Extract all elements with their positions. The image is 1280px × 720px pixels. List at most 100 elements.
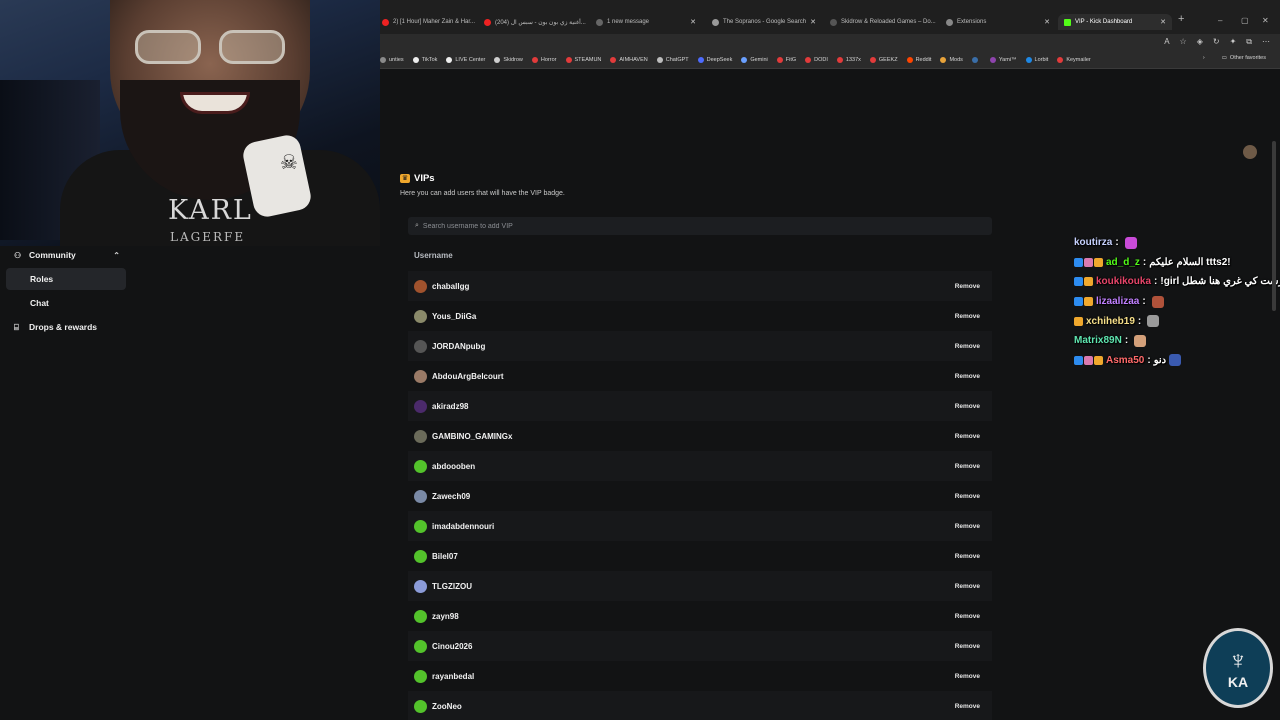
- favorite-star-icon[interactable]: ☆: [1180, 37, 1187, 47]
- chevron-right-icon[interactable]: ›: [1203, 55, 1205, 61]
- sidebar-item-label: Chat: [30, 298, 49, 308]
- username[interactable]: GAMBINO_GAMINGx: [432, 432, 512, 441]
- webcam-overlay: KARL LAGERFE ☠: [0, 0, 380, 246]
- bookmark-item[interactable]: ChatGPT: [656, 56, 689, 63]
- username[interactable]: Bilel07: [432, 552, 458, 561]
- bookmark-item[interactable]: Skidrow: [494, 56, 523, 63]
- table-row: abdoooben Remove: [408, 451, 992, 481]
- bookmark-item[interactable]: Yami™: [989, 56, 1017, 63]
- tab-3[interactable]: 1 new message ✕: [590, 14, 702, 30]
- username[interactable]: zayn98: [432, 612, 459, 621]
- chat-username[interactable]: lizaalizaa: [1096, 296, 1139, 307]
- remove-button[interactable]: Remove: [955, 553, 980, 560]
- bookmark-favicon-icon: [531, 56, 538, 63]
- username[interactable]: JORDANpubg: [432, 342, 485, 351]
- close-icon[interactable]: ✕: [1044, 18, 1050, 26]
- username[interactable]: rayanbedal: [432, 672, 474, 681]
- bookmark-item[interactable]: Keymailer: [1057, 56, 1091, 63]
- minimize-button[interactable]: –: [1218, 16, 1222, 25]
- username[interactable]: Zawech09: [432, 492, 470, 501]
- bookmark-item[interactable]: DODI: [805, 56, 828, 63]
- username[interactable]: TLGZIZOU: [432, 582, 472, 591]
- bookmark-favicon-icon: [741, 56, 748, 63]
- username[interactable]: ZooNeo: [432, 702, 462, 711]
- badges: [1074, 257, 1103, 267]
- chat-username[interactable]: Matrix89N: [1074, 335, 1122, 346]
- bookmark-item[interactable]: GEEKZ: [869, 56, 898, 63]
- remove-button[interactable]: Remove: [955, 583, 980, 590]
- avatar: [414, 489, 427, 503]
- sidebar-item-roles[interactable]: Roles: [6, 268, 126, 290]
- username[interactable]: AbdouArgBelcourt: [432, 372, 504, 381]
- chat-username[interactable]: xchiheb19: [1086, 316, 1135, 327]
- remove-button[interactable]: Remove: [955, 523, 980, 530]
- tab-1[interactable]: 2) [1 Hour] Maher Zain & Har...✕: [376, 14, 476, 30]
- sidebar-item-community[interactable]: ⚇ Community ⌃: [6, 244, 126, 266]
- read-aloud-icon[interactable]: A: [1164, 37, 1169, 47]
- remove-button[interactable]: Remove: [955, 613, 980, 620]
- scrollbar[interactable]: [1272, 141, 1276, 311]
- tab-5[interactable]: Skidrow & Reloaded Games – Do...✕: [824, 14, 938, 30]
- username[interactable]: Yous_DiiGa: [432, 312, 476, 321]
- bookmark-item[interactable]: Mods: [940, 56, 963, 63]
- sidebar-item-drops[interactable]: ⌸ Drops & rewards: [6, 316, 126, 338]
- chevron-up-icon[interactable]: ⌃: [113, 251, 120, 260]
- sidebar-item-chat[interactable]: Chat: [6, 292, 126, 314]
- bookmark-item[interactable]: Horror: [531, 56, 557, 63]
- tab-4[interactable]: The Sopranos - Google Search ✕: [706, 14, 822, 30]
- new-tab-button[interactable]: +: [1178, 13, 1184, 25]
- remove-button[interactable]: Remove: [955, 433, 980, 440]
- bookmark-item[interactable]: FitG: [776, 56, 796, 63]
- bookmark-item[interactable]: TikTok: [412, 56, 438, 63]
- remove-button[interactable]: Remove: [955, 343, 980, 350]
- remove-button[interactable]: Remove: [955, 643, 980, 650]
- table-row: TLGZIZOU Remove: [408, 571, 992, 601]
- menu-icon[interactable]: ⋯: [1262, 37, 1270, 47]
- username[interactable]: Cinou2026: [432, 642, 472, 651]
- other-favorites[interactable]: › ▭ Other favorites: [1203, 55, 1266, 61]
- bookmark-item[interactable]: Gemini: [741, 56, 768, 63]
- close-icon[interactable]: ✕: [690, 18, 696, 26]
- remove-button[interactable]: Remove: [955, 283, 980, 290]
- remove-button[interactable]: Remove: [955, 373, 980, 380]
- username[interactable]: imadabdennouri: [432, 522, 494, 531]
- username[interactable]: abdoooben: [432, 462, 475, 471]
- close-icon[interactable]: ✕: [1160, 18, 1166, 26]
- search-input[interactable]: [422, 222, 923, 230]
- tab-2[interactable]: (204) أغنية زي بون بون - سبس ال...✕: [478, 14, 588, 30]
- chat-username[interactable]: Asma50: [1106, 355, 1144, 366]
- close-window-button[interactable]: ✕: [1262, 16, 1269, 25]
- bookmark-favicon-icon: [836, 56, 843, 63]
- tab-6[interactable]: Extensions ✕: [940, 14, 1056, 30]
- bookmark-item[interactable]: Reddit: [906, 56, 931, 63]
- bookmark-item[interactable]: Lorbit: [1025, 56, 1048, 63]
- remove-button[interactable]: Remove: [955, 673, 980, 680]
- bookmark-item[interactable]: DeepSeek: [697, 56, 732, 63]
- remove-button[interactable]: Remove: [955, 703, 980, 710]
- chat-username[interactable]: ad_d_z: [1106, 257, 1140, 268]
- close-icon[interactable]: ✕: [810, 18, 816, 26]
- bookmark-item[interactable]: LIVE Center: [446, 56, 485, 63]
- extension-icon[interactable]: ◈: [1197, 37, 1203, 47]
- avatar[interactable]: [1243, 145, 1257, 159]
- username[interactable]: chaballgg: [432, 282, 469, 291]
- puzzle-icon[interactable]: ✦: [1230, 37, 1237, 47]
- remove-button[interactable]: Remove: [955, 493, 980, 500]
- remove-button[interactable]: Remove: [955, 463, 980, 470]
- bookmark-item[interactable]: 1337x: [836, 56, 861, 63]
- chat-username[interactable]: koukikouka: [1096, 276, 1151, 287]
- remove-button[interactable]: Remove: [955, 313, 980, 320]
- bookmark-label: TikTok: [421, 56, 438, 63]
- bookmark-item[interactable]: unties: [380, 56, 404, 63]
- bookmark-item[interactable]: AIMHAVEN: [610, 56, 648, 63]
- username[interactable]: akiradz98: [432, 402, 468, 411]
- refresh-icon[interactable]: ↻: [1213, 37, 1220, 47]
- chat-username[interactable]: koutirza: [1074, 237, 1112, 248]
- maximize-button[interactable]: ▢: [1241, 16, 1249, 25]
- collections-icon[interactable]: ⧉: [1246, 37, 1252, 47]
- bookmark-item[interactable]: STEAMUN: [565, 56, 601, 63]
- bookmark-item[interactable]: [971, 56, 981, 63]
- tab-7[interactable]: VIP - Kick Dashboard ✕: [1058, 14, 1172, 30]
- remove-button[interactable]: Remove: [955, 403, 980, 410]
- tab-label: The Sopranos - Google Search: [723, 19, 807, 25]
